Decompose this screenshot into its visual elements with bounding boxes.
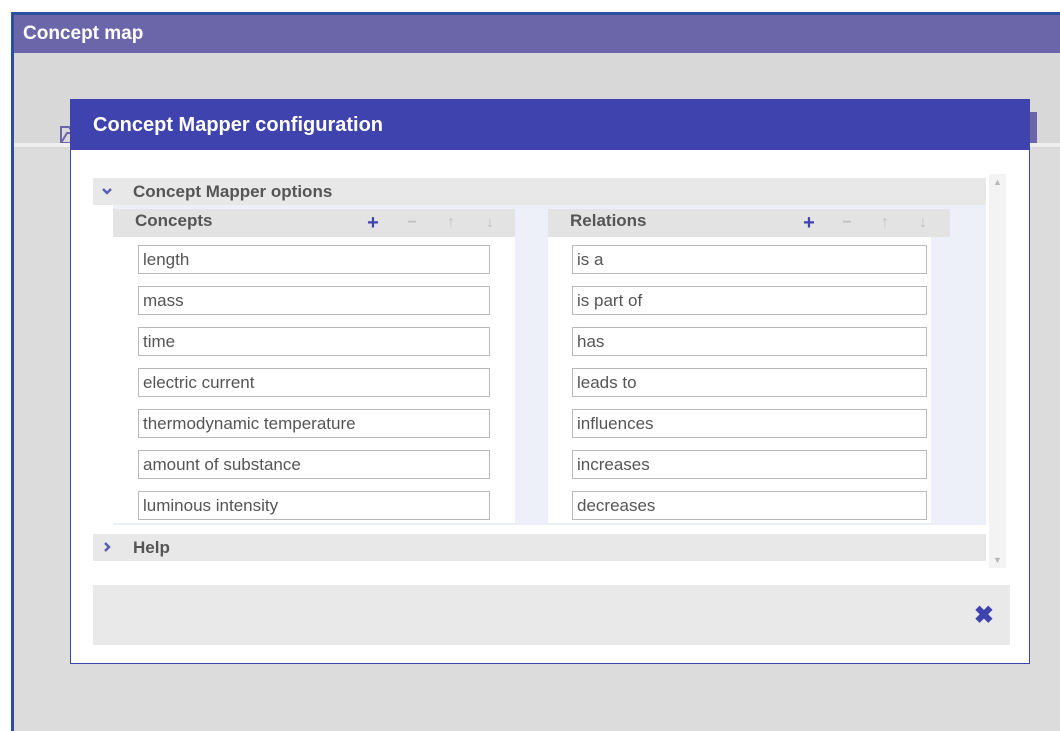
relation-input[interactable]: [572, 286, 927, 315]
concept-mapper-options-panel: Concepts + − ↑ ↓ Relations + − ↑: [113, 205, 986, 525]
concepts-list: [113, 237, 515, 523]
concept-input[interactable]: [138, 327, 490, 356]
relations-header: Relations + − ↑ ↓: [548, 209, 950, 237]
help-section-header[interactable]: Help: [93, 534, 986, 561]
relation-input[interactable]: [572, 450, 927, 479]
relation-input[interactable]: [572, 245, 927, 274]
relations-list: [548, 237, 931, 523]
configuration-dialog: Concept Mapper configuration Concept Map…: [70, 99, 1030, 664]
dialog-scroll-area[interactable]: Concept Mapper options Concepts + − ↑ ↓: [93, 178, 986, 566]
close-icon[interactable]: ✖: [974, 604, 994, 628]
chevron-right-icon: [101, 534, 115, 570]
relation-input[interactable]: [572, 368, 927, 397]
scroll-up-arrow-icon[interactable]: ▲: [989, 177, 1006, 187]
relations-title: Relations: [570, 211, 647, 230]
scroll-down-arrow-icon[interactable]: ▼: [989, 555, 1006, 565]
move-concept-down-button[interactable]: ↓: [481, 209, 499, 237]
remove-relation-button[interactable]: −: [838, 209, 856, 237]
move-relation-down-button[interactable]: ↓: [914, 209, 932, 237]
remove-concept-button[interactable]: −: [403, 209, 421, 237]
concept-input[interactable]: [138, 409, 490, 438]
concept-input[interactable]: [138, 450, 490, 479]
concepts-title: Concepts: [135, 211, 213, 230]
add-relation-button[interactable]: +: [800, 209, 818, 237]
relation-input[interactable]: [572, 327, 927, 356]
concept-input[interactable]: [138, 368, 490, 397]
help-section-label: Help: [133, 538, 170, 557]
relation-input[interactable]: [572, 491, 927, 520]
relation-input[interactable]: [572, 409, 927, 438]
add-concept-button[interactable]: +: [364, 209, 382, 237]
concept-input[interactable]: [138, 245, 490, 274]
concept-input[interactable]: [138, 286, 490, 315]
options-section-label: Concept Mapper options: [133, 182, 333, 201]
dialog-scrollbar[interactable]: ▲ ▼: [989, 174, 1006, 568]
app-title: Concept map: [14, 15, 1060, 53]
dialog-title: Concept Mapper configuration: [71, 100, 1029, 150]
options-section-header[interactable]: Concept Mapper options: [93, 178, 986, 205]
dialog-footer: ✖: [93, 585, 1010, 645]
move-concept-up-button[interactable]: ↑: [442, 209, 460, 237]
concept-input[interactable]: [138, 491, 490, 520]
concepts-header: Concepts + − ↑ ↓: [113, 209, 515, 237]
move-relation-up-button[interactable]: ↑: [876, 209, 894, 237]
